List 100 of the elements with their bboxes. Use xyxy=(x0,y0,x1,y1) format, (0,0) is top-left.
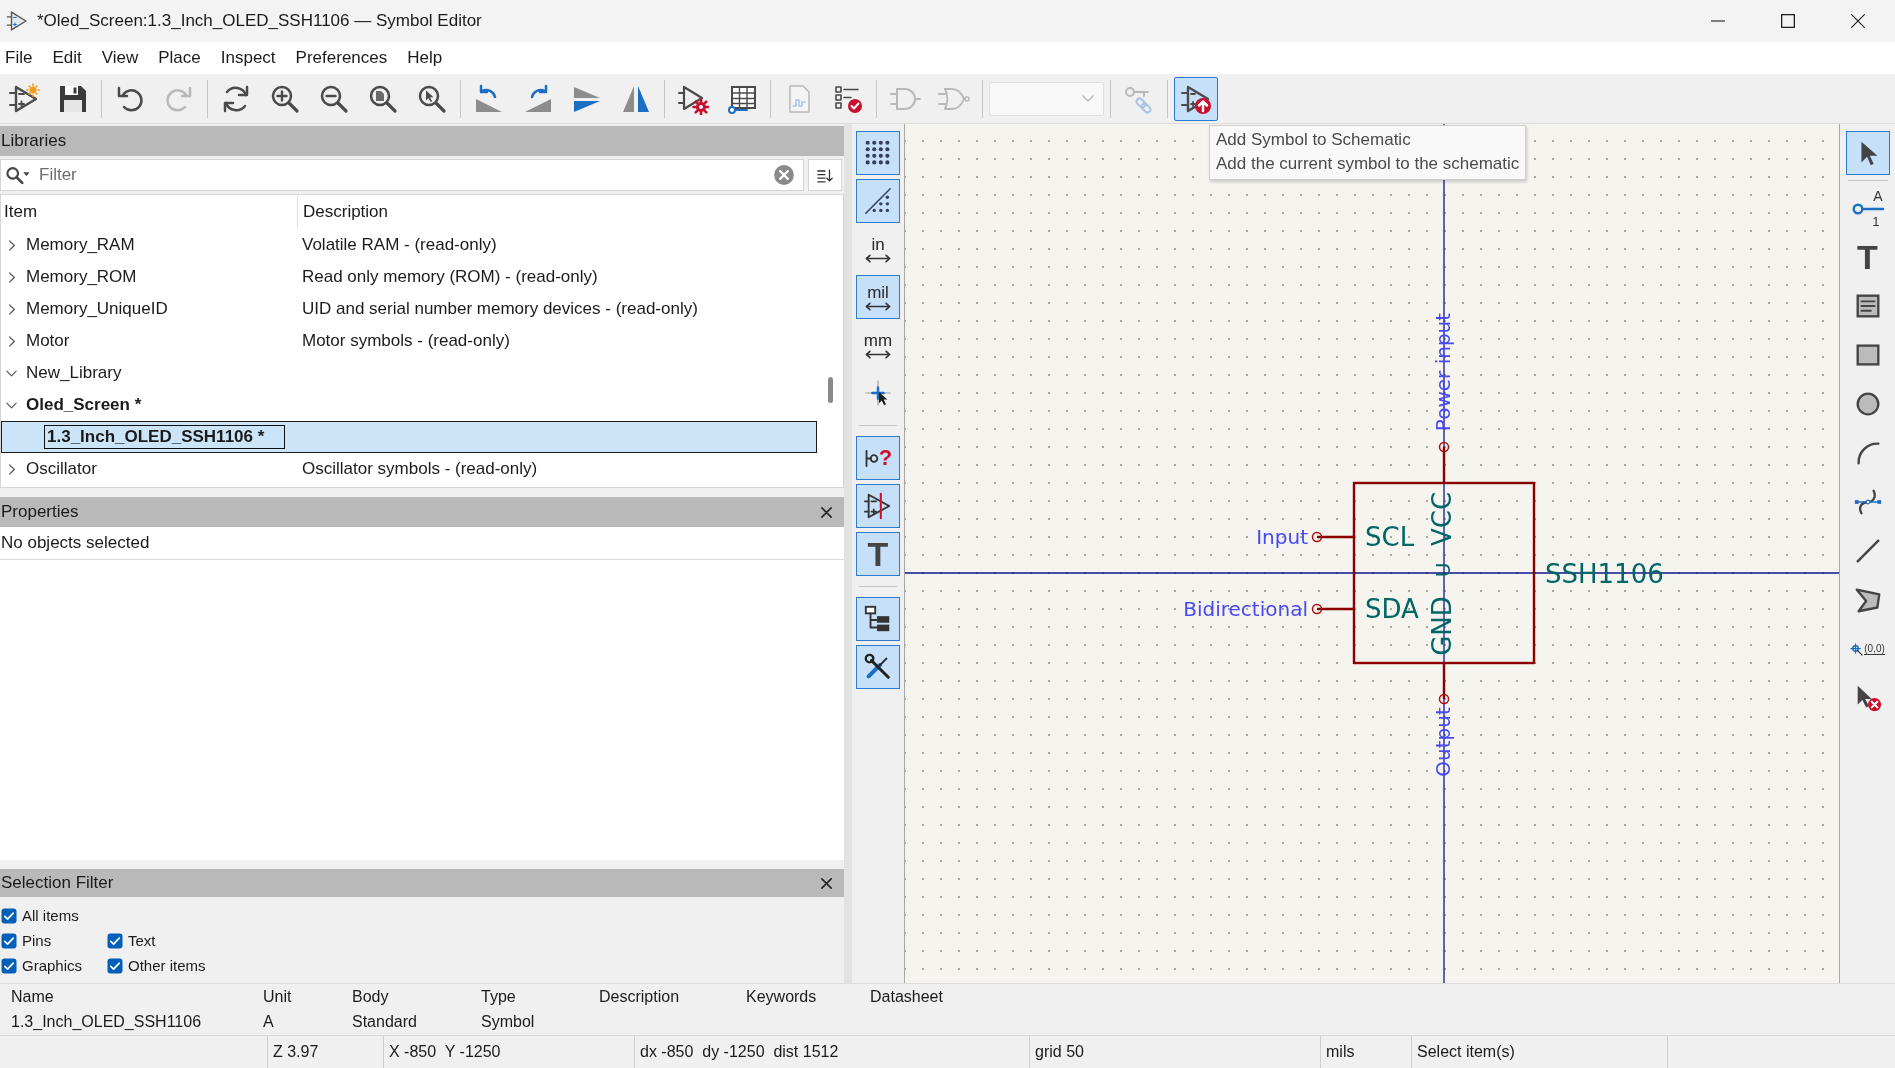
pin-icon xyxy=(1850,202,1885,215)
reference-text: U xyxy=(1431,562,1455,578)
pin xyxy=(1311,603,1354,615)
pin xyxy=(1438,441,1450,483)
table-cell-text: 1.3_Inch_OLED_SSH1106 xyxy=(11,1013,203,1031)
library-description: Read only memory (ROM) - (read-only) xyxy=(301,267,598,287)
tooltip-text: Add the current symbol to the schematic xyxy=(1216,154,1520,174)
checkbox[interactable] xyxy=(1,932,17,949)
status-field: X -850 Y -1250 xyxy=(389,1043,501,1061)
scrollbar[interactable] xyxy=(827,377,833,403)
panel-title: Properties xyxy=(1,502,79,522)
wrench-screwdriver-icon xyxy=(863,652,893,682)
pin-type-label: Input xyxy=(1256,525,1308,549)
menu-item[interactable]: Help xyxy=(397,45,453,71)
menu-item[interactable]: Inspect xyxy=(210,45,286,71)
caret-icon xyxy=(1082,95,1094,102)
filter-field[interactable]: Filter xyxy=(0,159,804,191)
table-cell-text: Symbol xyxy=(481,1013,536,1031)
panel-title: Libraries xyxy=(1,131,67,151)
double-arrow-icon xyxy=(864,253,892,263)
library-name[interactable]: Memory_RAM xyxy=(26,235,135,255)
properties-message: No objects selected xyxy=(0,527,844,560)
checkbox-label[interactable]: Text xyxy=(128,932,156,949)
panel-title: Selection Filter xyxy=(1,873,114,893)
library-name[interactable]: Oscillator xyxy=(26,459,97,479)
hierarchy-button[interactable] xyxy=(856,597,900,641)
menu-item[interactable]: Place xyxy=(148,45,211,71)
menu-item[interactable]: File xyxy=(0,45,43,71)
library-name[interactable]: Memory_ROM xyxy=(26,267,137,287)
table-cell-text: Standard xyxy=(352,1013,418,1031)
column-header: Datasheet xyxy=(870,988,944,1006)
status-field: dx -850 dy -1250 dist 1512 xyxy=(640,1043,839,1061)
mil-units-button[interactable]: mil xyxy=(856,275,900,319)
mm-units-button[interactable]: mm xyxy=(856,323,900,367)
menu-item[interactable]: Preferences xyxy=(285,45,398,71)
close-icon xyxy=(1851,14,1865,28)
library-name[interactable]: Motor xyxy=(26,331,70,351)
pin-type-label: Bidirectional xyxy=(1183,597,1308,621)
symbol-name[interactable]: 1.3_Inch_OLED_SSH1106 * xyxy=(44,425,286,449)
text-fields-button[interactable]: T xyxy=(856,532,900,576)
column-header: Unit xyxy=(263,988,293,1006)
checkbox-label[interactable]: Pins xyxy=(22,932,52,949)
checkbox-label[interactable]: All items xyxy=(22,907,79,924)
column-header: Keywords xyxy=(746,988,818,1006)
close-icon[interactable] xyxy=(821,877,832,889)
pin-name: VCC xyxy=(1427,491,1457,547)
tree-row[interactable]: 1.3_Inch_OLED_SSH1106 * xyxy=(1,421,817,453)
library-description: Oscillator symbols - (read-only) xyxy=(301,459,538,479)
opamp-line-icon xyxy=(863,491,893,521)
status-field: Select item(s) xyxy=(1417,1043,1515,1061)
inch-units-button[interactable]: in xyxy=(856,227,900,271)
dot-grid-diagonal-icon xyxy=(863,186,893,216)
tooltip-title: Add Symbol to Schematic xyxy=(1216,130,1412,150)
filter-input[interactable]: Filter xyxy=(39,162,773,188)
bezier-curve-icon xyxy=(1852,487,1883,517)
close-icon[interactable] xyxy=(821,506,832,518)
opamp-star-icon xyxy=(8,82,40,115)
window-title: *Oled_Screen:1.3_Inch_OLED_SSH1106 — Symbol Editor xyxy=(37,11,482,31)
pin-tool-button[interactable]: A 1 xyxy=(1845,186,1890,230)
status-field: mils xyxy=(1326,1043,1355,1061)
pin-type-button[interactable]: ? xyxy=(856,436,900,480)
double-arrow-icon xyxy=(864,349,892,359)
column-header: Type xyxy=(481,988,517,1006)
library-name[interactable]: Memory_UniqueID xyxy=(26,299,168,319)
grid-override-button[interactable] xyxy=(856,179,900,223)
column-header: Name xyxy=(11,988,55,1006)
status-field: Z 3.97 xyxy=(273,1043,319,1061)
menu-item[interactable]: Edit xyxy=(42,45,92,71)
checkbox-label[interactable]: Graphics xyxy=(22,957,83,974)
checkbox-label[interactable]: Other items xyxy=(128,957,206,974)
sort-button[interactable] xyxy=(808,159,842,191)
select-button[interactable] xyxy=(1845,131,1890,175)
tools-button[interactable] xyxy=(856,645,900,689)
pin-name: GND xyxy=(1427,596,1457,656)
checkbox[interactable] xyxy=(107,932,123,949)
checkbox[interactable] xyxy=(1,957,17,974)
pin-type-label: Output xyxy=(1431,707,1455,777)
library-description: Volatile RAM - (read-only) xyxy=(301,235,497,255)
double-arrow-icon xyxy=(864,301,892,311)
text-tool-button[interactable]: T xyxy=(1845,235,1890,279)
menu-item[interactable]: View xyxy=(91,45,149,71)
maximize-icon xyxy=(1781,14,1795,28)
pin xyxy=(1438,663,1450,705)
checkbox[interactable] xyxy=(107,957,123,974)
grid-button[interactable] xyxy=(856,131,900,175)
library-name[interactable]: Oled_Screen * xyxy=(26,395,142,415)
column-header: Item xyxy=(3,201,39,223)
sort-icon xyxy=(816,166,834,184)
column-header: Body xyxy=(352,988,390,1006)
library-description: UID and serial number memory devices - (read-only) xyxy=(301,299,698,319)
library-name[interactable]: New_Library xyxy=(26,363,122,383)
hidden-pins-button[interactable] xyxy=(856,484,900,528)
clear-icon[interactable] xyxy=(773,164,795,186)
minimize-icon xyxy=(1711,20,1725,22)
search-icon[interactable] xyxy=(5,165,31,185)
crosshair-icon xyxy=(1850,642,1864,656)
status-field: grid 50 xyxy=(1035,1043,1084,1061)
add-to-schematic-button[interactable] xyxy=(1174,76,1218,121)
anchor-tool-button[interactable]: (0,0) xyxy=(1845,627,1890,671)
checkbox[interactable] xyxy=(1,907,17,924)
